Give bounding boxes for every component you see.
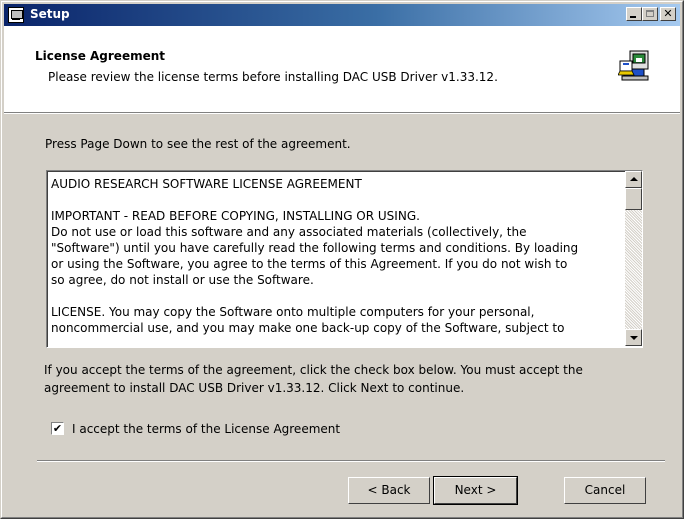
license-text[interactable]: AUDIO RESEARCH SOFTWARE LICENSE AGREEMEN… [51,176,621,336]
header-divider [4,112,680,114]
back-button[interactable]: < Back [348,477,430,504]
scroll-thumb[interactable] [625,188,642,210]
header-panel: License Agreement Please review the lice… [4,26,680,112]
license-text-box[interactable]: AUDIO RESEARCH SOFTWARE LICENSE AGREEMEN… [46,170,643,348]
maximize-button [642,7,658,21]
scroll-down-button[interactable] [625,329,642,346]
accept-license-label[interactable]: I accept the terms of the License Agreem… [72,422,340,436]
cancel-button[interactable]: Cancel [564,477,646,504]
license-scrollbar[interactable] [625,171,642,346]
page-down-instructions: Press Page Down to see the rest of the a… [45,137,351,151]
close-icon: ✕ [663,7,673,20]
title-bar[interactable]: Setup ✕ [4,4,680,26]
accept-license-checkbox[interactable]: ✔ [51,422,64,435]
footer-divider [37,460,665,462]
window-title: Setup [30,7,70,21]
scroll-up-button[interactable] [625,171,642,188]
page-title: License Agreement [35,49,166,63]
app-window-icon[interactable] [8,7,24,23]
page-subtitle: Please review the license terms before i… [48,70,498,84]
close-button[interactable]: ✕ [660,7,676,21]
setup-installer-icon [618,50,649,81]
setup-window: Setup ✕ License Agreement Please review … [0,0,684,519]
minimize-button[interactable] [626,7,642,21]
next-button[interactable]: Next > [433,476,518,505]
accept-instructions: If you accept the terms of the agreement… [44,363,583,395]
